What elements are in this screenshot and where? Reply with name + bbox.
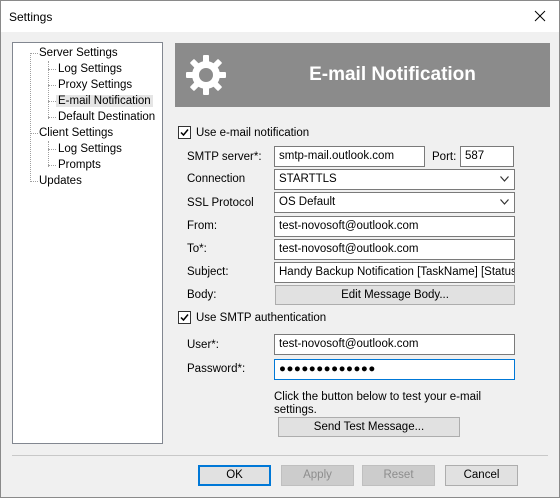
ssl-protocol-label: SSL Protocol: [187, 197, 254, 209]
to-input[interactable]: test-novosoft@outlook.com: [274, 239, 515, 260]
tree-item-email-notification[interactable]: E-mail Notification: [56, 93, 153, 109]
use-smtp-auth-checkbox[interactable]: [178, 311, 191, 324]
ssl-protocol-value: OS Default: [279, 196, 336, 208]
user-label: User*:: [187, 339, 219, 351]
from-input[interactable]: test-novosoft@outlook.com: [274, 216, 515, 237]
use-email-notification-checkbox[interactable]: [178, 126, 191, 139]
footer-divider: [12, 455, 548, 456]
ssl-protocol-select[interactable]: OS Default: [274, 192, 515, 213]
send-test-message-button[interactable]: Send Test Message...: [278, 417, 460, 437]
use-email-notification-label: Use e-mail notification: [196, 127, 310, 139]
apply-button[interactable]: Apply: [281, 465, 354, 486]
close-icon: [534, 10, 546, 22]
window-title: Settings: [9, 10, 53, 24]
chevron-down-icon: [500, 176, 509, 182]
tree-item-server-settings[interactable]: Server Settings: [37, 45, 120, 61]
tree-item-default-destination[interactable]: Default Destination: [56, 109, 157, 125]
test-settings-note: Click the button below to test your e-ma…: [274, 391, 482, 416]
user-input[interactable]: test-novosoft@outlook.com: [274, 334, 515, 355]
page-title: E-mail Notification: [309, 64, 476, 85]
connection-select[interactable]: STARTTLS: [274, 169, 515, 190]
reset-button[interactable]: Reset: [362, 465, 435, 486]
port-label: Port:: [432, 151, 457, 163]
close-button[interactable]: [529, 5, 551, 27]
gear-icon: [186, 55, 226, 95]
ok-button[interactable]: OK: [198, 465, 271, 486]
tree-item-client-settings[interactable]: Client Settings: [37, 125, 115, 141]
tree-item-client-log-settings[interactable]: Log Settings: [56, 141, 124, 157]
settings-window: Settings Server Settings Log Settings Pr…: [0, 0, 560, 498]
port-input[interactable]: 587: [460, 146, 514, 167]
settings-tree[interactable]: Server Settings Log Settings Proxy Setti…: [12, 42, 163, 444]
section-header: E-mail Notification: [175, 43, 550, 107]
body-label: Body:: [187, 289, 217, 301]
password-input[interactable]: ●●●●●●●●●●●●●: [274, 359, 515, 380]
to-label: To*:: [187, 243, 207, 255]
title-bar: Settings: [1, 1, 559, 32]
cancel-button[interactable]: Cancel: [445, 465, 518, 486]
tree-item-server-log-settings[interactable]: Log Settings: [56, 61, 124, 77]
connection-value: STARTTLS: [279, 173, 337, 185]
checkmark-icon: [180, 314, 189, 322]
use-smtp-auth-label: Use SMTP authentication: [196, 312, 327, 324]
subject-label: Subject:: [187, 266, 229, 278]
smtp-server-input[interactable]: smtp-mail.outlook.com: [274, 146, 425, 167]
chevron-down-icon: [500, 199, 509, 205]
subject-input[interactable]: Handy Backup Notification [TaskName] [St…: [274, 262, 515, 283]
tree-item-prompts[interactable]: Prompts: [56, 157, 103, 173]
edit-message-body-button[interactable]: Edit Message Body...: [275, 285, 515, 305]
tree-item-updates[interactable]: Updates: [37, 173, 84, 189]
smtp-server-label: SMTP server*:: [187, 151, 262, 163]
checkmark-icon: [180, 129, 189, 137]
tree-item-proxy-settings[interactable]: Proxy Settings: [56, 77, 134, 93]
connection-label: Connection: [187, 173, 246, 185]
from-label: From:: [187, 220, 218, 232]
password-label: Password*:: [187, 363, 246, 375]
